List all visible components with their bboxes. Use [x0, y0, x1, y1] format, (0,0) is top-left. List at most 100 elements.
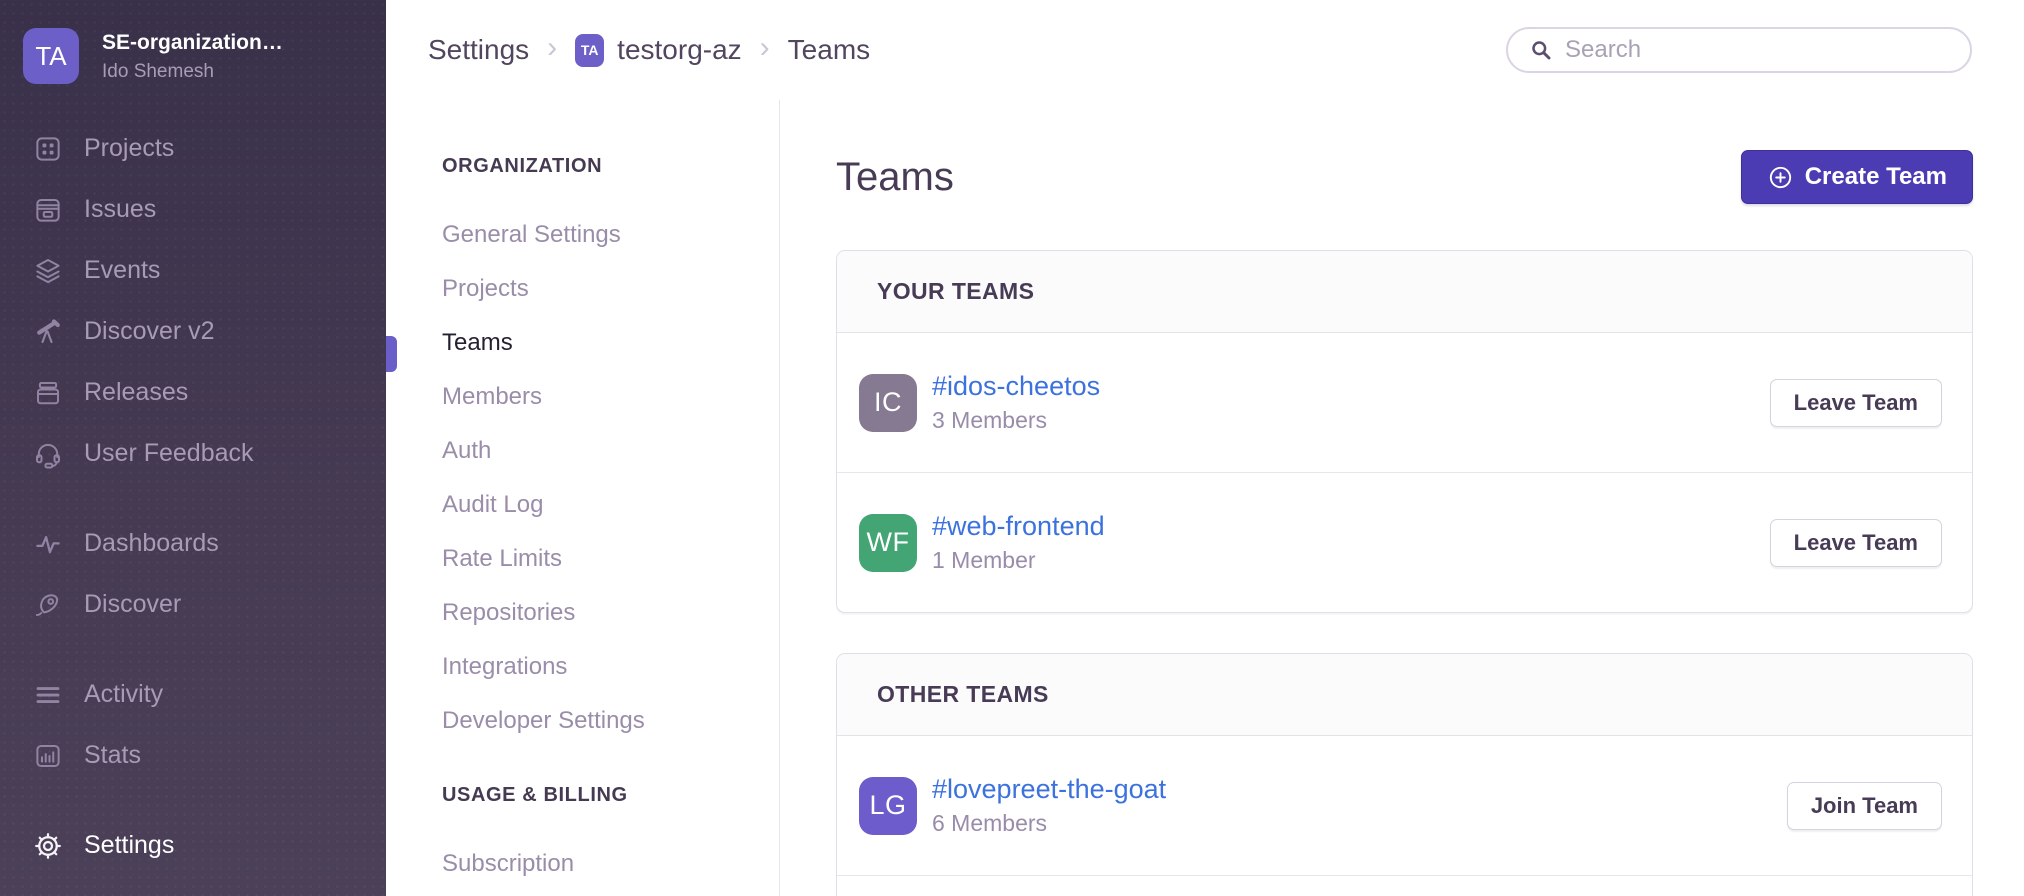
- discover-v2-icon: [33, 317, 63, 347]
- settings-icon: [33, 831, 63, 861]
- chevron-right-icon: ›: [760, 31, 770, 69]
- topbar: Settings › TA testorg-az › Teams: [386, 0, 2024, 100]
- search-input[interactable]: [1565, 36, 1952, 64]
- stats-icon: [33, 741, 63, 771]
- settings-nav-header: ORGANIZATION: [442, 155, 779, 178]
- settings-nav-item-auth[interactable]: Auth: [442, 424, 779, 478]
- team-link[interactable]: #lovepreet-the-goat: [932, 774, 1166, 805]
- sidebar-item-projects[interactable]: Projects: [0, 118, 386, 179]
- sidebar-item-label: Discover: [84, 590, 181, 619]
- projects-icon: [33, 134, 63, 164]
- team-row: [837, 875, 1972, 896]
- sidebar-item-label: Events: [84, 256, 160, 285]
- team-avatar: IC: [859, 374, 917, 432]
- team-members-count: 3 Members: [932, 407, 1100, 434]
- discover-icon: [33, 590, 63, 620]
- settings-body: ORGANIZATION General Settings Projects T…: [386, 100, 2024, 896]
- org-meta: SE-organization… Ido Shemesh: [102, 28, 283, 83]
- settings-nav-item-teams[interactable]: Teams: [442, 316, 779, 370]
- sidebar-item-label: Activity: [84, 680, 163, 709]
- team-members-count: 1 Member: [932, 547, 1105, 574]
- org-badge: TA: [575, 34, 604, 67]
- settings-nav-item-members[interactable]: Members: [442, 370, 779, 424]
- org-switcher[interactable]: TA SE-organization… Ido Shemesh: [0, 0, 386, 88]
- releases-icon: [33, 378, 63, 408]
- create-team-label: Create Team: [1805, 163, 1947, 191]
- sidebar-item-user-feedback[interactable]: User Feedback: [0, 423, 386, 484]
- sidebar-active-indicator: [386, 336, 397, 372]
- other-teams-panel: OTHER TEAMS LG #lovepreet-the-goat 6 Mem…: [836, 653, 1973, 896]
- settings-nav-item-integrations[interactable]: Integrations: [442, 640, 779, 694]
- sidebar-item-events[interactable]: Events: [0, 240, 386, 301]
- settings-nav-section-usage-billing: USAGE & BILLING Subscription: [442, 784, 779, 891]
- create-team-button[interactable]: Create Team: [1741, 150, 1973, 204]
- settings-nav-header: USAGE & BILLING: [442, 784, 779, 807]
- sidebar-item-label: Stats: [84, 741, 141, 770]
- sidebar-item-discover-v2[interactable]: Discover v2: [0, 301, 386, 362]
- sidebar-item-stats[interactable]: Stats: [0, 725, 386, 786]
- org-user-name: Ido Shemesh: [102, 61, 283, 83]
- org-avatar[interactable]: TA: [23, 28, 79, 84]
- sidebar-item-settings[interactable]: Settings: [0, 815, 386, 876]
- your-teams-panel: YOUR TEAMS IC #idos-cheetos 3 Members Le…: [836, 250, 1973, 613]
- sidebar-nav: Projects Issues Events: [0, 88, 386, 876]
- settings-nav-item-subscription[interactable]: Subscription: [442, 837, 779, 891]
- search-icon: [1529, 38, 1553, 62]
- leave-team-button[interactable]: Leave Team: [1770, 379, 1942, 427]
- org-name: SE-organization…: [102, 31, 283, 55]
- sidebar-item-label: Discover v2: [84, 317, 215, 346]
- join-team-button[interactable]: Join Team: [1787, 782, 1942, 830]
- sidebar-item-label: Releases: [84, 378, 188, 407]
- team-link[interactable]: #web-frontend: [932, 511, 1105, 542]
- sidebar-item-issues[interactable]: Issues: [0, 179, 386, 240]
- panel-header: YOUR TEAMS: [837, 251, 1972, 333]
- page-head: Teams Create Team: [836, 150, 1973, 204]
- leave-team-button[interactable]: Leave Team: [1770, 519, 1942, 567]
- dashboards-icon: [33, 529, 63, 559]
- team-meta: #idos-cheetos 3 Members: [932, 371, 1100, 434]
- sidebar-item-label: User Feedback: [84, 439, 254, 468]
- team-row: IC #idos-cheetos 3 Members Leave Team: [837, 333, 1972, 472]
- sidebar-item-label: Issues: [84, 195, 156, 224]
- team-meta: #lovepreet-the-goat 6 Members: [932, 774, 1166, 837]
- chevron-right-icon: ›: [547, 31, 557, 69]
- team-avatar: LG: [859, 777, 917, 835]
- breadcrumb: Settings › TA testorg-az › Teams: [428, 31, 870, 69]
- settings-nav: ORGANIZATION General Settings Projects T…: [386, 100, 780, 896]
- app-window: TA SE-organization… Ido Shemesh Projects: [0, 0, 2024, 896]
- team-row: WF #web-frontend 1 Member Leave Team: [837, 472, 1972, 612]
- plus-circle-icon: [1767, 164, 1794, 191]
- breadcrumb-org[interactable]: TA testorg-az: [575, 34, 742, 67]
- settings-nav-item-rate-limits[interactable]: Rate Limits: [442, 532, 779, 586]
- team-members-count: 6 Members: [932, 810, 1166, 837]
- settings-nav-item-repositories[interactable]: Repositories: [442, 586, 779, 640]
- breadcrumb-org-label: testorg-az: [617, 34, 742, 66]
- team-link[interactable]: #idos-cheetos: [932, 371, 1100, 402]
- main-area: Settings › TA testorg-az › Teams: [386, 0, 2024, 896]
- team-row: LG #lovepreet-the-goat 6 Members Join Te…: [837, 736, 1972, 875]
- team-meta: #web-frontend 1 Member: [932, 511, 1105, 574]
- sidebar-item-releases[interactable]: Releases: [0, 362, 386, 423]
- issues-icon: [33, 195, 63, 225]
- sidebar-item-label: Settings: [84, 831, 174, 860]
- page-title: Teams: [836, 155, 954, 200]
- settings-nav-section-organization: ORGANIZATION General Settings Projects T…: [442, 155, 779, 748]
- search-box[interactable]: [1506, 27, 1972, 73]
- user-feedback-icon: [33, 439, 63, 469]
- sidebar-item-label: Projects: [84, 134, 174, 163]
- activity-icon: [33, 680, 63, 710]
- breadcrumb-current: Teams: [788, 34, 870, 66]
- team-avatar: WF: [859, 514, 917, 572]
- sidebar-item-activity[interactable]: Activity: [0, 664, 386, 725]
- sidebar-item-label: Dashboards: [84, 529, 219, 558]
- settings-nav-item-general-settings[interactable]: General Settings: [442, 208, 779, 262]
- breadcrumb-settings[interactable]: Settings: [428, 34, 529, 66]
- settings-nav-item-audit-log[interactable]: Audit Log: [442, 478, 779, 532]
- sidebar: TA SE-organization… Ido Shemesh Projects: [0, 0, 386, 896]
- teams-content: Teams Create Team YOUR TEAMS IC #idos: [780, 100, 2024, 896]
- settings-nav-item-developer-settings[interactable]: Developer Settings: [442, 694, 779, 748]
- settings-nav-item-projects[interactable]: Projects: [442, 262, 779, 316]
- sidebar-item-dashboards[interactable]: Dashboards: [0, 513, 386, 574]
- sidebar-item-discover[interactable]: Discover: [0, 574, 386, 635]
- panel-header: OTHER TEAMS: [837, 654, 1972, 736]
